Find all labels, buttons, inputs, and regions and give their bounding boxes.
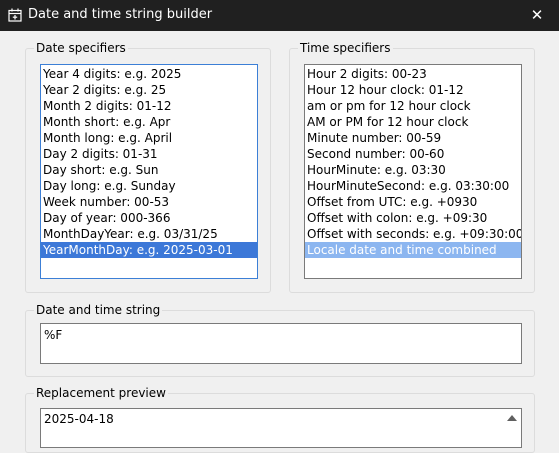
list-item[interactable]: HourMinute: e.g. 03:30 xyxy=(305,162,521,178)
list-item[interactable]: MonthDayYear: e.g. 03/31/25 xyxy=(41,226,257,242)
date-specifiers-label: Date specifiers xyxy=(34,41,128,55)
time-specifiers-label: Time specifiers xyxy=(298,41,393,55)
date-time-string-value: %F xyxy=(44,328,63,342)
list-item[interactable]: Offset with colon: e.g. +09:30 xyxy=(305,210,521,226)
list-item[interactable]: Second number: 00-60 xyxy=(305,146,521,162)
time-specifiers-group: Time specifiers Hour 2 digits: 00-23 Hour… xyxy=(289,41,535,293)
close-button[interactable]: ✕ xyxy=(515,0,559,31)
list-item[interactable]: AM or PM for 12 hour clock xyxy=(305,114,521,130)
date-time-string-input[interactable]: %F xyxy=(40,323,522,364)
date-time-string-group: Date and time string %F xyxy=(25,303,535,377)
list-item[interactable]: Year 4 digits: e.g. 2025 xyxy=(41,66,257,82)
list-item[interactable]: Month 2 digits: 01-12 xyxy=(41,98,257,114)
list-item[interactable]: HourMinuteSecond: e.g. 03:30:00 xyxy=(305,178,521,194)
title-bar: Date and time string builder ✕ xyxy=(0,0,559,31)
window-title: Date and time string builder xyxy=(28,7,213,22)
list-item[interactable]: Month short: e.g. Apr xyxy=(41,114,257,130)
list-item[interactable]: Locale date and time combined xyxy=(305,242,521,258)
replacement-preview-group: Replacement preview 2025-04-18 xyxy=(25,386,535,453)
list-item[interactable]: Day short: e.g. Sun xyxy=(41,162,257,178)
list-item[interactable]: Offset with seconds: e.g. +09:30:00 xyxy=(305,226,521,242)
date-specifiers-group: Date specifiers Year 4 digits: e.g. 2025… xyxy=(25,41,271,293)
scroll-up-icon[interactable] xyxy=(507,415,517,421)
list-item[interactable]: Minute number: 00-59 xyxy=(305,130,521,146)
replacement-preview-field: 2025-04-18 xyxy=(40,408,522,448)
list-item[interactable]: am or pm for 12 hour clock xyxy=(305,98,521,114)
time-specifiers-list[interactable]: Hour 2 digits: 00-23 Hour 12 hour clock: … xyxy=(304,64,522,279)
close-icon: ✕ xyxy=(530,6,544,24)
date-time-string-label: Date and time string xyxy=(34,303,163,317)
list-item[interactable]: Year 2 digits: e.g. 25 xyxy=(41,82,257,98)
calendar-icon xyxy=(8,8,22,22)
list-item[interactable]: Day 2 digits: 01-31 xyxy=(41,146,257,162)
list-item[interactable]: Hour 2 digits: 00-23 xyxy=(305,66,521,82)
list-item[interactable]: Day of year: 000-366 xyxy=(41,210,257,226)
replacement-preview-value: 2025-04-18 xyxy=(44,412,114,426)
list-item[interactable]: Week number: 00-53 xyxy=(41,194,257,210)
list-item[interactable]: Offset from UTC: e.g. +0930 xyxy=(305,194,521,210)
date-specifiers-list[interactable]: Year 4 digits: e.g. 2025 Year 2 digits: e… xyxy=(40,64,258,279)
list-item[interactable]: Day long: e.g. Sunday xyxy=(41,178,257,194)
list-item[interactable]: YearMonthDay: e.g. 2025-03-01 xyxy=(41,242,257,258)
list-item[interactable]: Month long: e.g. April xyxy=(41,130,257,146)
replacement-preview-label: Replacement preview xyxy=(34,386,168,400)
list-item[interactable]: Hour 12 hour clock: 01-12 xyxy=(305,82,521,98)
